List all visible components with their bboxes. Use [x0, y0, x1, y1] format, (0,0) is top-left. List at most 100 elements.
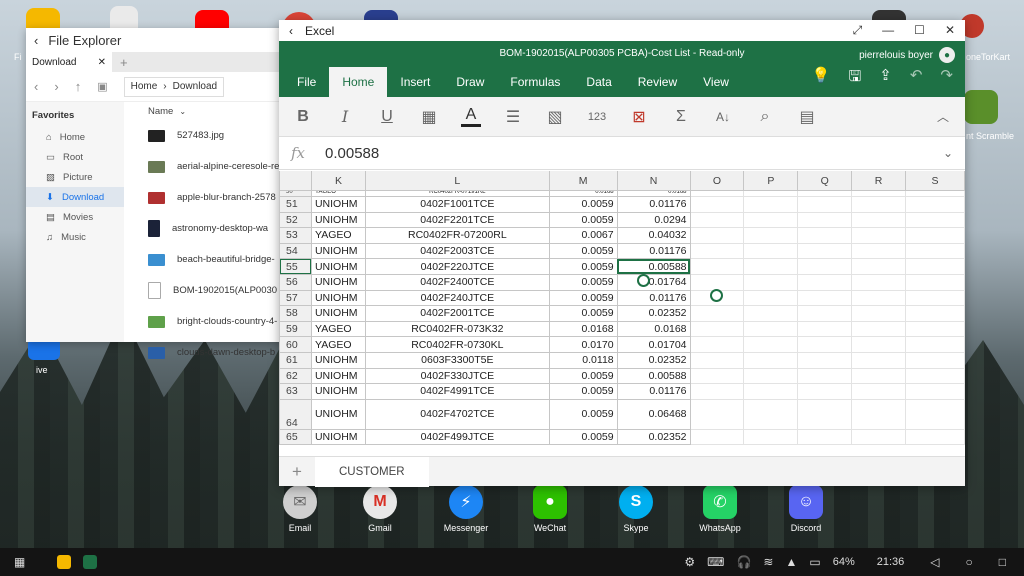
- cell-manufacturer[interactable]: UNIOHM: [310, 305, 366, 322]
- empty-cell[interactable]: [851, 383, 907, 400]
- row-header[interactable]: 65: [279, 428, 312, 446]
- cell-total-cost[interactable]: 0.02352: [616, 428, 691, 446]
- empty-cell[interactable]: [689, 242, 745, 260]
- empty-cell[interactable]: [905, 305, 965, 322]
- cell-total-cost[interactable]: 0.0168: [616, 320, 691, 338]
- cell-table[interactable]: K L M N O P Q R S 50 YAGEO RC0402FR-07191RL 0.0168 0.…: [279, 171, 965, 446]
- sidebar-item-root[interactable]: ▭ Root: [26, 147, 124, 167]
- row-header[interactable]: 61: [279, 351, 312, 369]
- selected-cell[interactable]: 0.00588: [616, 258, 691, 275]
- fe-path-bar[interactable]: Home › Download: [123, 76, 225, 97]
- row-header[interactable]: 57: [279, 289, 312, 307]
- empty-cell[interactable]: [797, 428, 853, 446]
- empty-cell[interactable]: [905, 428, 965, 446]
- cell-total-cost[interactable]: 0.02352: [616, 351, 691, 369]
- empty-cell[interactable]: [743, 367, 799, 385]
- empty-cell[interactable]: [797, 398, 853, 430]
- cell-total-cost[interactable]: 0.0294: [616, 211, 691, 229]
- cell-unit-price[interactable]: 0.0059: [548, 258, 618, 275]
- empty-cell[interactable]: [905, 258, 965, 275]
- dock-wechat[interactable]: ● WeChat: [520, 483, 580, 533]
- share-icon[interactable]: ⇪: [879, 66, 892, 91]
- column-header[interactable]: Q: [797, 171, 853, 191]
- cell-manufacturer[interactable]: UNIOHM: [310, 351, 366, 369]
- keyboard-icon[interactable]: ⌨: [707, 555, 724, 569]
- empty-cell[interactable]: [689, 196, 745, 213]
- cell-unit-price[interactable]: 0.0059: [548, 196, 618, 213]
- row-header[interactable]: 54: [279, 242, 312, 260]
- fe-tab-download[interactable]: Download ✕: [26, 52, 112, 72]
- collapse-ribbon-icon[interactable]: ︿: [933, 108, 953, 125]
- cell-manufacturer[interactable]: UNIOHM: [310, 428, 366, 446]
- empty-cell[interactable]: [851, 258, 907, 275]
- cell-total-cost[interactable]: 0.01176: [616, 289, 691, 307]
- empty-cell[interactable]: [905, 398, 965, 430]
- empty-cell[interactable]: [905, 383, 965, 400]
- cell-part-number[interactable]: 0402F330JTCE: [364, 367, 550, 385]
- nav-up-icon[interactable]: ↑: [75, 79, 82, 94]
- empty-cell[interactable]: [797, 242, 853, 260]
- search-icon[interactable]: ⌕: [755, 108, 775, 126]
- empty-cell[interactable]: [905, 289, 965, 307]
- select-all-corner[interactable]: [279, 171, 312, 191]
- tab-formulas[interactable]: Formulas: [497, 67, 573, 97]
- cell-part-number[interactable]: 0402F1001TCE: [364, 196, 550, 213]
- cell-part-number[interactable]: RC0402FR-07200RL: [364, 227, 550, 244]
- empty-cell[interactable]: [743, 258, 799, 275]
- empty-cell[interactable]: [905, 211, 965, 229]
- column-header[interactable]: K: [310, 171, 366, 191]
- cell-part-number[interactable]: 0603F3300T5E: [364, 351, 550, 369]
- cell-manufacturer[interactable]: UNIOHM: [310, 242, 366, 260]
- row-header[interactable]: 60: [279, 336, 312, 353]
- sidebar-item-movies[interactable]: ▤ Movies: [26, 207, 124, 227]
- cell-manufacturer[interactable]: UNIOHM: [310, 196, 366, 213]
- column-header[interactable]: L: [364, 171, 550, 191]
- dock-messenger[interactable]: ⚡ Messenger: [436, 483, 496, 533]
- new-tab-icon[interactable]: +: [112, 55, 128, 70]
- empty-cell[interactable]: [689, 211, 745, 229]
- sidebar-item-home[interactable]: ⌂ Home: [26, 127, 124, 147]
- cell-manufacturer[interactable]: UNIOHM: [310, 383, 366, 400]
- empty-cell[interactable]: [743, 196, 799, 213]
- empty-cell[interactable]: [743, 428, 799, 446]
- cell-manufacturer[interactable]: UNIOHM: [310, 398, 366, 430]
- sidebar-item-download[interactable]: ⬇ Download: [26, 187, 124, 207]
- empty-cell[interactable]: [797, 211, 853, 229]
- empty-cell[interactable]: [743, 289, 799, 307]
- empty-cell[interactable]: [797, 227, 853, 244]
- empty-cell[interactable]: [689, 383, 745, 400]
- cell-part-number[interactable]: 0402F2400TCE: [364, 273, 550, 291]
- column-header[interactable]: N: [616, 171, 691, 191]
- empty-cell[interactable]: [851, 398, 907, 430]
- cell-unit-price[interactable]: 0.0059: [548, 305, 618, 322]
- format-icon[interactable]: ▧: [545, 107, 565, 127]
- cell-total-cost[interactable]: 0.01764: [616, 273, 691, 291]
- back-arrow-icon[interactable]: ‹: [289, 24, 293, 38]
- cell-unit-price[interactable]: 0.0059: [548, 242, 618, 260]
- empty-cell[interactable]: [743, 383, 799, 400]
- empty-cell[interactable]: [905, 196, 965, 213]
- tab-insert[interactable]: Insert: [387, 67, 443, 97]
- cell-part-number[interactable]: 0402F2003TCE: [364, 242, 550, 260]
- apps-grid-icon[interactable]: ▦: [14, 555, 25, 569]
- tab-draw[interactable]: Draw: [443, 67, 497, 97]
- cell-total-cost[interactable]: 0.04032: [616, 227, 691, 244]
- sidebar-item-picture[interactable]: ▨ Picture: [26, 167, 124, 187]
- user-account[interactable]: pierrelouis boyer ●: [859, 47, 955, 63]
- align-icon[interactable]: ☰: [503, 107, 523, 127]
- cell-unit-price[interactable]: 0.0118: [548, 351, 618, 369]
- cell-part-number[interactable]: 0402F4991TCE: [364, 383, 550, 400]
- sheet-tab-customer[interactable]: CUSTOMER: [315, 456, 429, 487]
- column-header[interactable]: P: [743, 171, 799, 191]
- cell-part-number[interactable]: 0402F2201TCE: [364, 211, 550, 229]
- empty-cell[interactable]: [905, 336, 965, 353]
- file-row[interactable]: beach-beautiful-bridge-: [124, 244, 286, 275]
- close-icon[interactable]: ✕: [945, 23, 955, 38]
- empty-cell[interactable]: [743, 211, 799, 229]
- empty-cell[interactable]: [851, 289, 907, 307]
- file-row[interactable]: astronomy-desktop-wa: [124, 213, 286, 244]
- back-arrow-icon[interactable]: ‹: [34, 33, 38, 48]
- empty-cell[interactable]: [905, 320, 965, 338]
- empty-cell[interactable]: [689, 398, 745, 430]
- cell-unit-price[interactable]: 0.0059: [548, 367, 618, 385]
